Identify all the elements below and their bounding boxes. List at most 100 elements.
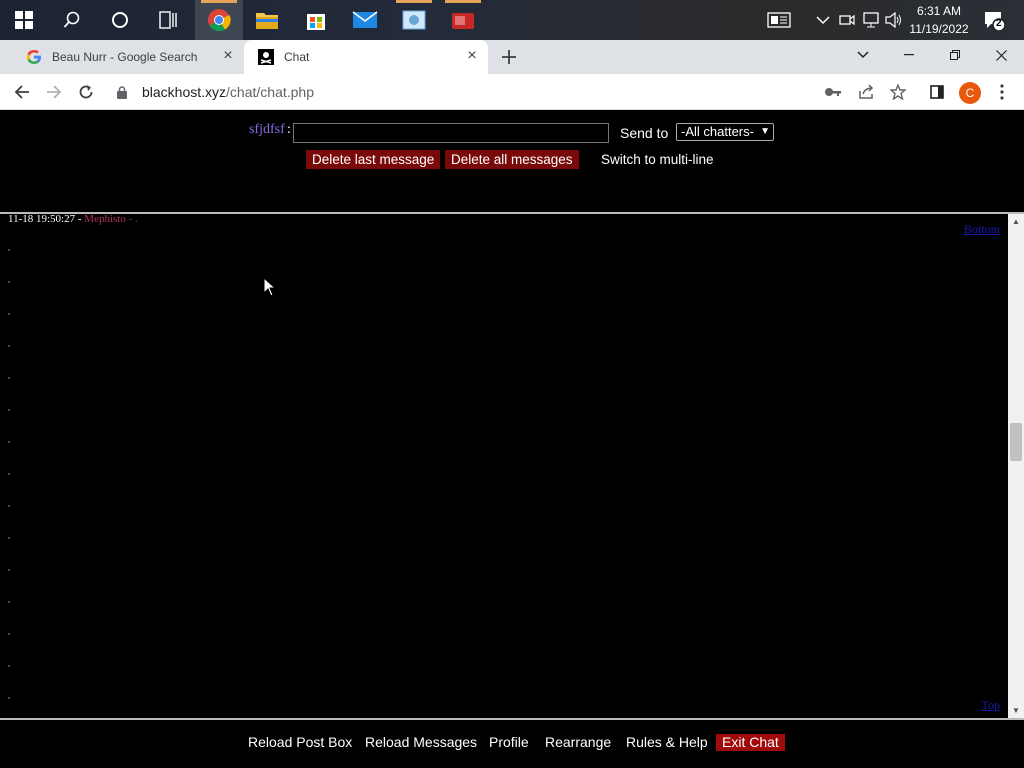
- cortana-button[interactable]: [96, 0, 144, 40]
- tab-chat[interactable]: Chat ×: [244, 40, 488, 74]
- empty-message-marker: [8, 473, 10, 475]
- scrollbar-thumb[interactable]: [1010, 423, 1022, 461]
- switch-multiline-button[interactable]: Switch to multi-line: [601, 150, 714, 169]
- restore-icon: [950, 50, 960, 60]
- news-button[interactable]: [764, 0, 794, 40]
- profile-avatar[interactable]: C: [959, 82, 981, 104]
- plus-icon: [502, 50, 516, 64]
- chevron-up-icon: [816, 16, 830, 25]
- exit-chat-button[interactable]: Exit Chat: [716, 734, 785, 751]
- empty-message-marker: [8, 633, 10, 635]
- site-info-button[interactable]: [116, 82, 128, 102]
- task-view-button[interactable]: [144, 0, 192, 40]
- message-user: Mephisto: [84, 213, 126, 225]
- recipient-selected-value: -All chatters-: [681, 124, 754, 139]
- tab-google-search[interactable]: Beau Nurr - Google Search ×: [8, 40, 244, 74]
- running-indicator: [201, 0, 237, 3]
- message-separator: -: [75, 213, 85, 225]
- password-manager-button[interactable]: [823, 82, 843, 102]
- send-to-label: Send to: [620, 125, 669, 141]
- tab-title: Beau Nurr - Google Search: [52, 50, 198, 64]
- side-panel-button[interactable]: [927, 82, 947, 102]
- reload-button[interactable]: [76, 82, 96, 102]
- photos-app-icon: [402, 10, 426, 30]
- arrow-right-icon: [47, 85, 62, 99]
- notification-count: 2: [996, 18, 1002, 29]
- network-button[interactable]: [860, 0, 882, 40]
- start-button[interactable]: [0, 0, 48, 40]
- taskbar-clock[interactable]: 6:31 AM 11/19/2022: [904, 2, 974, 38]
- minimize-button[interactable]: [886, 40, 932, 70]
- mail-taskbar-button[interactable]: [341, 0, 389, 40]
- task-view-icon: [159, 11, 177, 29]
- jump-to-top-link[interactable]: Top: [982, 698, 1001, 713]
- google-icon: [26, 49, 41, 64]
- reload-post-box-button[interactable]: Reload Post Box: [248, 734, 352, 751]
- mail-icon: [352, 11, 378, 28]
- mouse-cursor-icon: [263, 277, 277, 297]
- chrome-taskbar-button[interactable]: [195, 0, 243, 40]
- message-line: 11-18 19:50:27 - Mephisto - .: [8, 213, 138, 225]
- lock-icon: [117, 85, 127, 99]
- red-app-taskbar-button[interactable]: [439, 0, 487, 40]
- show-hidden-icons-button[interactable]: [814, 0, 832, 40]
- action-center-button[interactable]: 2: [980, 0, 1008, 40]
- empty-message-marker: [8, 537, 10, 539]
- empty-message-marker: [8, 249, 10, 251]
- empty-message-marker: [8, 505, 10, 507]
- message-input[interactable]: [293, 123, 609, 143]
- cortana-icon: [112, 12, 128, 28]
- delete-last-message-button[interactable]: Delete last message: [306, 150, 441, 169]
- network-icon: [863, 12, 879, 28]
- tab-title: Chat: [284, 50, 310, 64]
- url-host: blackhost.xyz: [142, 84, 227, 100]
- search-icon: [63, 11, 80, 28]
- app-taskbar-button[interactable]: [390, 0, 438, 40]
- minimize-icon: [904, 54, 914, 56]
- recipient-select[interactable]: -All chatters- ▼: [676, 123, 774, 141]
- windows-taskbar: 6:31 AM 11/19/2022 2: [0, 0, 1024, 40]
- delete-all-messages-button[interactable]: Delete all messages: [445, 150, 579, 169]
- star-icon: [890, 84, 906, 100]
- bookmark-button[interactable]: [888, 82, 908, 102]
- chrome-menu-button[interactable]: [992, 82, 1012, 102]
- search-button[interactable]: [48, 0, 96, 40]
- controls-frame: Reload Post Box Reload Messages Profile …: [0, 722, 1024, 768]
- empty-message-marker: [8, 697, 10, 699]
- jump-to-bottom-link[interactable]: Bottom: [964, 222, 1000, 237]
- restore-button[interactable]: [932, 40, 978, 70]
- address-bar-url[interactable]: blackhost.xyz/chat/chat.php: [142, 84, 314, 100]
- profile-button[interactable]: Profile: [489, 734, 529, 751]
- close-icon: [995, 49, 1007, 61]
- tab-search-button[interactable]: [840, 40, 886, 70]
- running-indicator: [445, 0, 481, 3]
- new-tab-button[interactable]: [499, 47, 519, 67]
- close-tab-icon[interactable]: ×: [464, 48, 480, 64]
- meet-now-button[interactable]: [838, 0, 856, 40]
- rearrange-button[interactable]: Rearrange: [545, 734, 611, 751]
- back-button[interactable]: [12, 82, 32, 102]
- pirate-flag-icon: [258, 49, 274, 65]
- store-icon: [307, 14, 325, 30]
- more-vertical-icon: [1000, 84, 1004, 100]
- nickname-colon: :: [287, 122, 291, 137]
- message-timestamp: 11-18 19:50:27: [8, 213, 76, 225]
- scroll-down-arrow-icon[interactable]: ▼: [1008, 704, 1024, 718]
- chevron-down-icon: ▼: [760, 126, 770, 137]
- empty-message-marker: [8, 345, 10, 347]
- forward-button[interactable]: [44, 82, 64, 102]
- volume-button[interactable]: [884, 0, 904, 40]
- empty-message-marker: [8, 569, 10, 571]
- rules-help-button[interactable]: Rules & Help: [626, 734, 708, 751]
- reload-messages-button[interactable]: Reload Messages: [365, 734, 477, 751]
- store-taskbar-button[interactable]: [292, 0, 340, 40]
- folder-icon: [256, 13, 278, 29]
- side-panel-icon: [930, 85, 944, 99]
- file-explorer-taskbar-button[interactable]: [243, 0, 291, 40]
- empty-message-marker: [8, 601, 10, 603]
- close-tab-icon[interactable]: ×: [220, 48, 236, 64]
- messages-scrollbar[interactable]: [1008, 214, 1024, 718]
- scroll-up-arrow-icon[interactable]: ▲: [1008, 215, 1024, 229]
- close-window-button[interactable]: [978, 40, 1024, 70]
- share-button[interactable]: [856, 82, 876, 102]
